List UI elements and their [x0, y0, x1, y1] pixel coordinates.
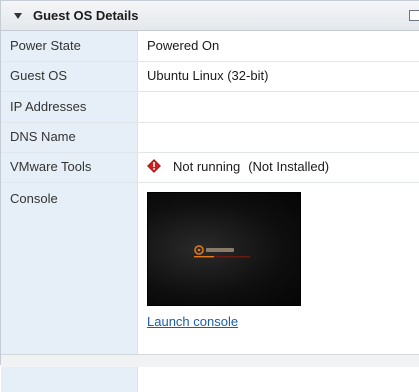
- guest-os-label: Guest OS: [1, 62, 138, 91]
- ip-addresses-value: [138, 92, 419, 122]
- vmware-tools-label: VMware Tools: [1, 153, 138, 182]
- detail-row-dns-name: DNS Name: [1, 123, 419, 153]
- collapse-triangle-icon[interactable]: [13, 11, 23, 21]
- detail-row-ip-addresses: IP Addresses: [1, 92, 419, 123]
- vmware-tools-value: Not running (Not Installed): [138, 153, 419, 182]
- ip-addresses-label: IP Addresses: [1, 92, 138, 122]
- launch-console-link[interactable]: Launch console: [147, 314, 238, 329]
- vmware-tools-status: Not running: [173, 159, 241, 174]
- warning-diamond-icon: [147, 159, 161, 173]
- guest-os-details-panel: Guest OS Details Power State Powered On …: [0, 0, 419, 392]
- panel-title: Guest OS Details: [33, 8, 139, 23]
- maximize-icon[interactable]: [409, 10, 419, 21]
- dns-name-value: [138, 123, 419, 152]
- detail-row-vmware-tools: VMware Tools Not running (Not Installed): [1, 153, 419, 183]
- detail-row-guest-os: Guest OS Ubuntu Linux (32-bit): [1, 62, 419, 92]
- guest-os-value: Ubuntu Linux (32-bit): [147, 68, 269, 83]
- power-state-value: Powered On: [147, 38, 220, 53]
- panel-footer: [1, 354, 419, 367]
- dns-name-label: DNS Name: [1, 123, 138, 152]
- console-thumbnail[interactable]: [147, 192, 301, 306]
- power-state-label: Power State: [1, 31, 138, 61]
- boot-splash-logo: [194, 245, 250, 258]
- vmware-tools-detail: (Not Installed): [248, 159, 330, 174]
- panel-header[interactable]: Guest OS Details: [1, 1, 419, 31]
- detail-row-power-state: Power State Powered On: [1, 31, 419, 62]
